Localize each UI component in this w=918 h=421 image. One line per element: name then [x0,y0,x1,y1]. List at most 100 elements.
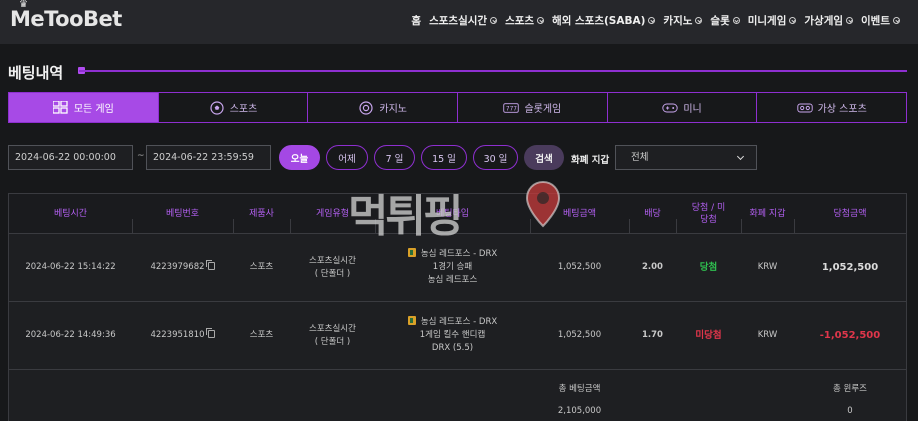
copy-icon[interactable] [205,328,215,338]
tab-casino[interactable]: 카지노 [308,93,459,122]
chevron-down-icon [648,17,656,24]
currency-select[interactable]: 전체 [615,145,757,170]
header-bet-id: 베팅번호 [165,209,200,219]
header-divider [794,219,795,233]
header-divider [741,219,742,233]
header-divider [530,219,531,233]
chevron-down-icon [490,17,498,24]
bet-id-cell: 4223951810 [132,302,233,369]
header-divider [676,219,677,233]
today-button[interactable]: 오늘 [279,145,320,170]
header-currency: 화폐 지갑 [749,209,786,219]
total-bet-label: 총 베팅금액 [558,384,601,394]
yesterday-button[interactable]: 어제 [326,145,368,170]
total-win-loss-label: 총 윈루즈 [833,384,867,394]
header-payout: 당첨금액 [833,209,867,219]
game-type-cell: 스포츠실시간 ( 단폴더 ) [309,323,356,347]
nav-item-home[interactable]: 홈 [411,13,421,28]
chevron-down-icon [736,152,745,161]
header-bet-type: 베팅타입 [435,209,470,219]
fifteen-days-button[interactable]: 15 일 [421,145,467,170]
game-type-cell: 스포츠실시간 ( 단폴더 ) [309,255,356,279]
nav-item-virtual-game[interactable]: 가상게임 [804,13,854,28]
bet-id-cell: 4223979682 [132,234,233,301]
result-badge: 당첨 [699,262,718,273]
totals-row: 총 베팅금액 2,105,000 총 윈루즈 0 [9,370,906,421]
bet-time-cell: 2024-06-22 14:49:36 [25,330,116,340]
bet-amount-cell: 1,052,500 [557,330,602,340]
header-divider [233,219,234,233]
nav-item-sports[interactable]: 스포츠 [505,13,545,28]
currency-wallet-label: 화폐 지갑 [571,155,610,166]
payout-cell: 1,052,500 [821,262,879,273]
nav-item-slot[interactable]: 슬롯 [710,13,740,28]
top-navigation-bar: ♛ MeTooBet 홈 스포츠실시간 스포츠 해외 스포츠(SABA) 카지노… [0,0,918,44]
tab-slot-games[interactable]: 777 슬롯게임 [458,93,608,122]
provider-cell: 스포츠 [249,330,274,340]
chevron-down-icon [846,17,854,24]
date-range-separator: ~ [137,151,145,161]
currency-cell: KRW [757,262,778,272]
search-button[interactable]: 검색 [524,145,564,170]
gamepad-icon [662,101,678,114]
total-bet-value: 2,105,000 [557,406,602,416]
table-header: 베팅시간 베팅번호 제품사 게임유형 베팅타입 베팅금액 배당 당첨 / 미당첨… [9,194,906,234]
provider-cell: 스포츠 [249,262,274,272]
bet-type-cell: 농심 레드포스 - DRX 1게임 킬수 핸디캡 DRX (5.5) [375,302,530,369]
chevron-down-icon [732,17,740,24]
nav-item-event[interactable]: 이벤트 [861,13,900,28]
crown-icon: ♛ [19,0,28,10]
tab-virtual-sports[interactable]: 가상 스포츠 [757,93,906,122]
tab-sports[interactable]: 스포츠 [159,93,309,122]
header-divider [629,219,630,233]
nav-item-live-sports[interactable]: 스포츠실시간 [429,13,498,28]
chevron-down-icon [537,17,545,24]
chip-icon [358,100,374,115]
currency-cell: KRW [757,330,778,340]
payout-cell: -1,052,500 [819,330,881,341]
title-divider [79,70,907,72]
bet-type-cell: 농심 레드포스 - DRX 1경기 승패 농심 레드포스 [375,234,530,301]
result-badge: 미당첨 [695,330,722,341]
nav-item-casino[interactable]: 카지노 [663,13,703,28]
table-row: 2024-06-22 15:14:22 4223979682 스포츠 스포츠실시… [9,234,906,302]
page-title: 베팅내역 [8,64,64,82]
svg-text:777: 777 [506,106,517,112]
bet-amount-cell: 1,052,500 [557,262,602,272]
odds-cell: 1.70 [642,330,663,340]
header-result: 당첨 / 미당첨 [691,203,726,225]
nav-item-saba-sports[interactable]: 해외 스포츠(SABA) [552,13,656,28]
bet-history-table: 베팅시간 베팅번호 제품사 게임유형 베팅타입 베팅금액 배당 당첨 / 미당첨… [8,193,907,421]
odds-cell: 2.00 [642,262,663,272]
soccer-ball-icon [209,100,225,115]
header-divider [290,219,291,233]
grid-icon [53,101,69,114]
tab-all-games[interactable]: 모든 게임 [9,93,159,122]
header-divider [375,219,376,233]
copy-icon[interactable] [205,260,215,270]
game-category-tabs: 모든 게임 스포츠 카지노 777 슬롯게임 미니 가상 스포츠 [8,92,907,123]
chevron-down-icon [695,17,703,24]
bet-time-cell: 2024-06-22 15:14:22 [25,262,116,272]
header-provider: 제품사 [249,209,274,219]
slot-machine-icon: 777 [503,101,520,114]
logo-text: MeTooBet [10,7,122,31]
league-logo-icon [407,248,416,257]
header-game-type: 게임유형 [315,209,350,219]
seven-days-button[interactable]: 7 일 [374,145,415,170]
chevron-down-icon [893,17,900,24]
header-bet-amount: 베팅금액 [562,209,597,219]
total-win-loss-value: 0 [847,406,853,416]
league-logo-icon [407,316,416,325]
table-row: 2024-06-22 14:49:36 4223951810 스포츠 스포츠실시… [9,302,906,370]
start-date-input[interactable]: 2024-06-22 00:00:00 [8,145,133,170]
thirty-days-button[interactable]: 30 일 [473,145,518,170]
nav-item-minigame[interactable]: 미니게임 [748,13,797,28]
header-odds: 배당 [644,209,661,219]
tab-mini[interactable]: 미니 [608,93,758,122]
main-nav: 홈 스포츠실시간 스포츠 해외 스포츠(SABA) 카지노 슬롯 미니게임 가상… [411,13,900,28]
header-bet-time: 베팅시간 [53,209,88,219]
chevron-down-icon [789,17,797,24]
site-logo[interactable]: ♛ MeTooBet [10,0,122,31]
end-date-input[interactable]: 2024-06-22 23:59:59 [146,145,271,170]
